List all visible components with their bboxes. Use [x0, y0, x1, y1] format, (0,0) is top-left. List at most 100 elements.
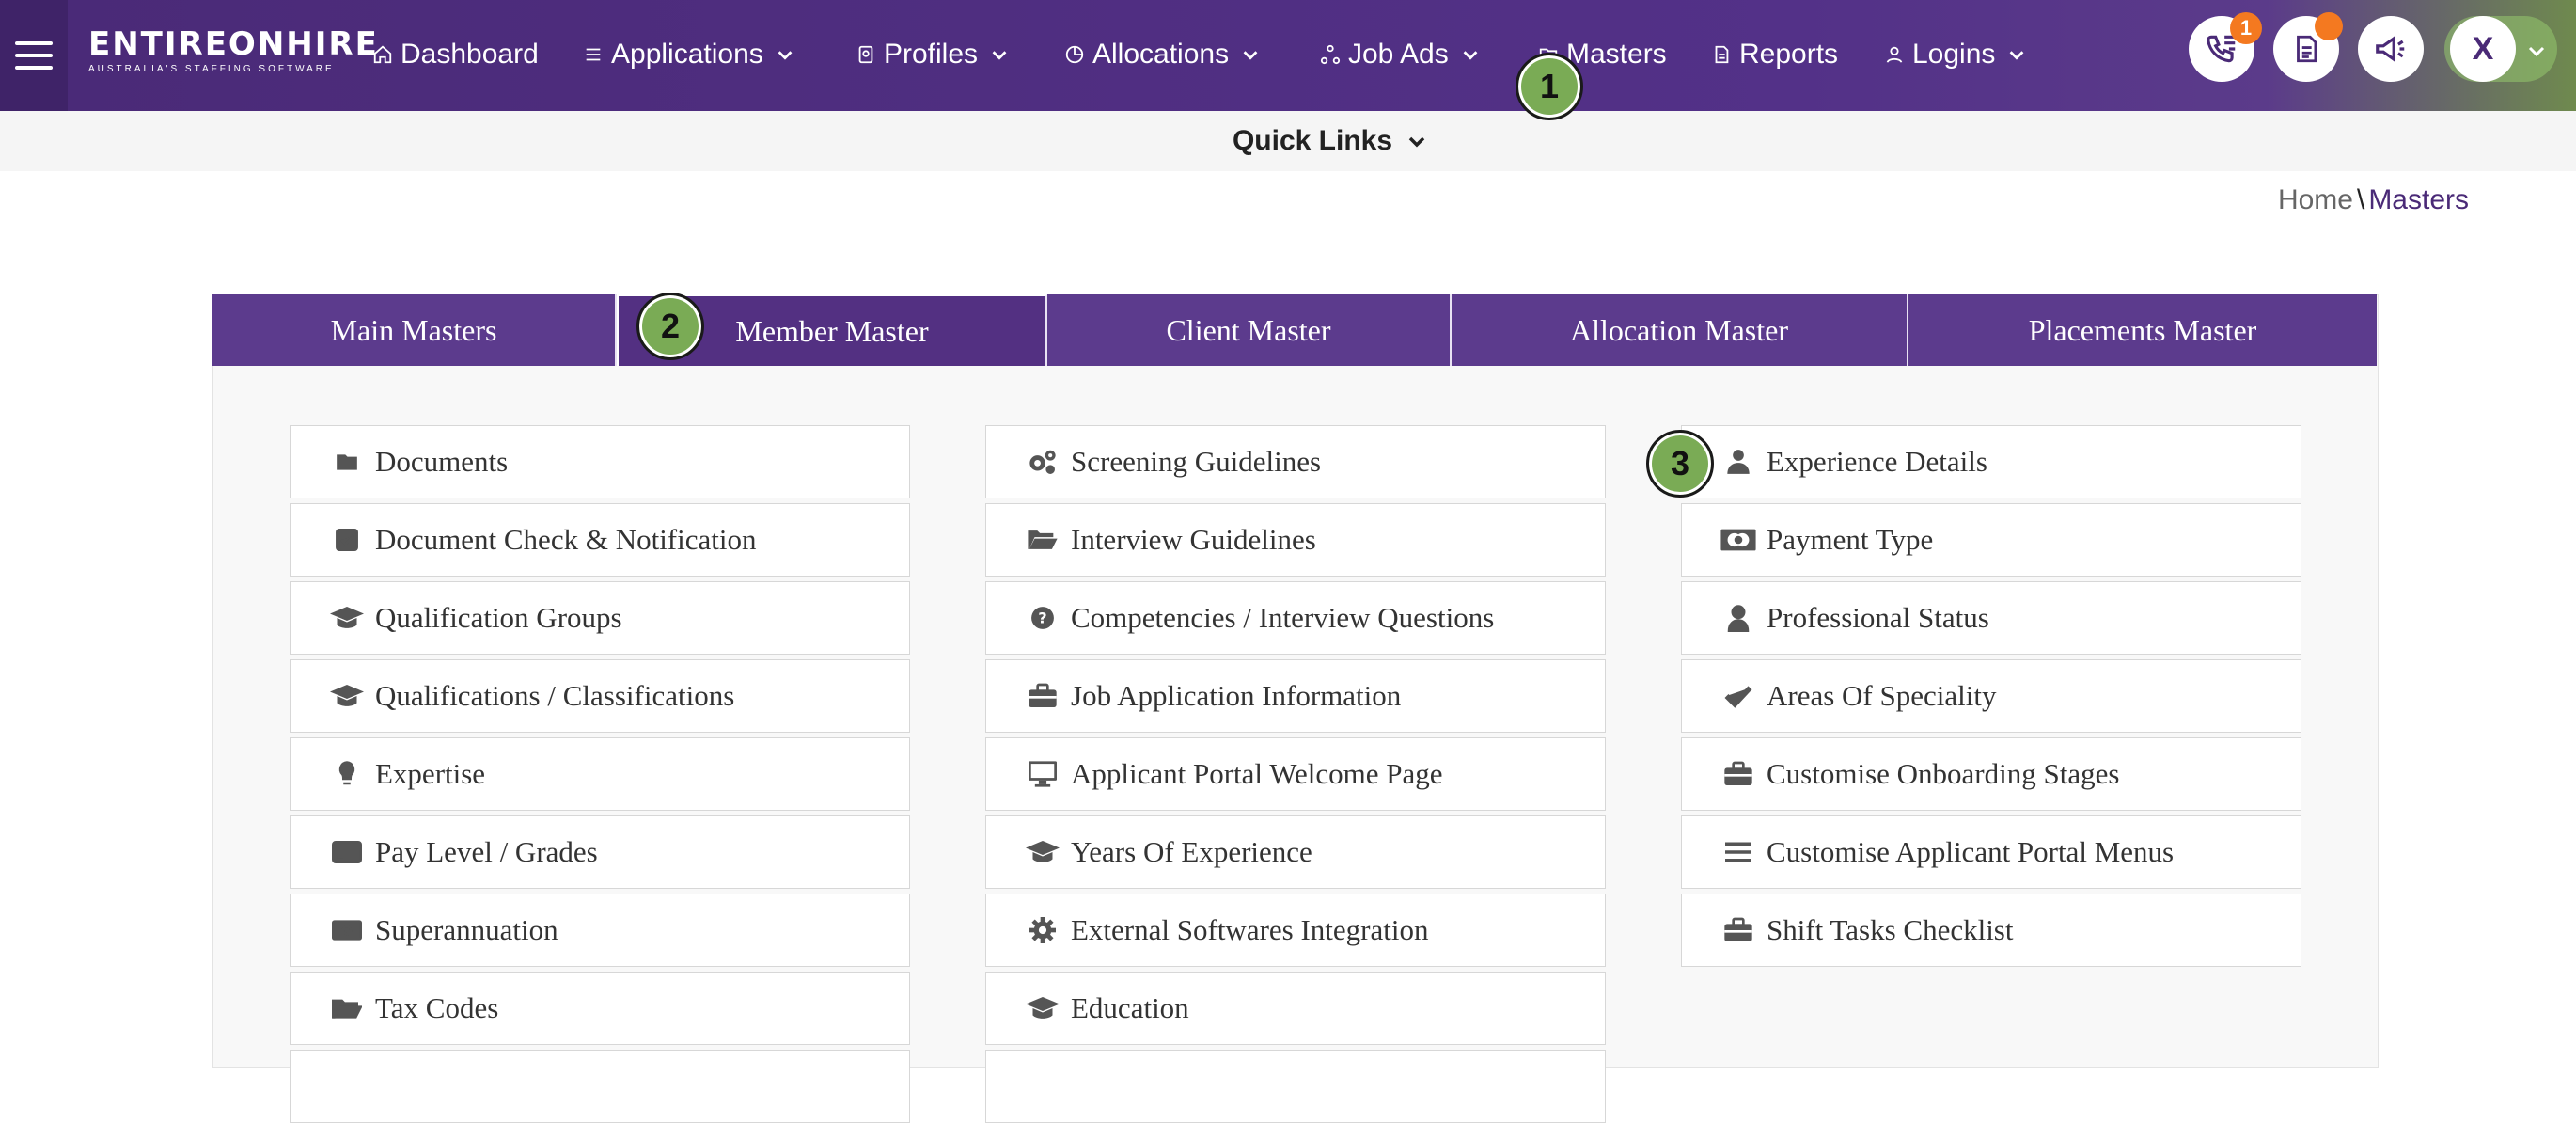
master-item-applicant-portal-welcome[interactable]: Applicant Portal Welcome Page [985, 737, 1606, 811]
master-item-years-of-experience[interactable]: Years Of Experience [985, 815, 1606, 889]
master-item-more[interactable] [290, 1050, 910, 1123]
nav-applications-label: Applications [611, 39, 763, 70]
master-item-experience-details[interactable]: Experience Details [1681, 425, 2301, 498]
notes-button[interactable] [2273, 12, 2343, 82]
nav-job-ads-label: Job Ads [1348, 39, 1449, 70]
master-item-expertise[interactable]: Expertise [290, 737, 910, 811]
master-item-external-softwares[interactable]: External Softwares Integration [985, 894, 1606, 967]
master-item-documents[interactable]: Documents [290, 425, 910, 498]
master-item-professional-status[interactable]: Professional Status [1681, 581, 2301, 655]
masters-tabs: Main Masters Member Master Client Master… [212, 294, 2377, 366]
breadcrumb-home[interactable]: Home [2278, 184, 2353, 215]
nav-profiles-label: Profiles [884, 39, 979, 70]
money-bill-icon [328, 919, 366, 941]
cog-icon [1024, 917, 1061, 943]
breadcrumb-separator: \ [2356, 184, 2365, 215]
master-item-label: Customise Onboarding Stages [1767, 757, 2120, 790]
master-item-label: Documents [375, 445, 509, 478]
nav-reports[interactable]: Reports [1711, 34, 1838, 75]
master-item-applicant-portal-menus[interactable]: Customise Applicant Portal Menus [1681, 815, 2301, 889]
master-item-label: Shift Tasks Checklist [1767, 913, 2014, 946]
master-item-qualification-groups[interactable]: Qualification Groups [290, 581, 910, 655]
document-icon [2297, 35, 2317, 63]
announcements-button[interactable] [2358, 16, 2424, 82]
nav-logins-label: Logins [1912, 39, 1996, 70]
id-badge-icon [858, 45, 873, 64]
quick-links-bar: Quick Links [0, 111, 2576, 171]
master-item-competencies[interactable]: ? Competencies / Interview Questions [985, 581, 1606, 655]
nav-job-ads[interactable]: Job Ads [1320, 34, 1481, 75]
nav-allocations-label: Allocations [1092, 39, 1230, 70]
brand-logo[interactable]: ENTIREONHIRE AUSTRALIA'S STAFFING SOFTWA… [88, 26, 379, 74]
master-item-education[interactable]: Education [985, 972, 1606, 1045]
document-icon [1715, 45, 1729, 64]
master-item-more[interactable] [985, 1050, 1606, 1123]
briefcase-icon [1024, 683, 1061, 709]
master-item-label: Screening Guidelines [1071, 445, 1322, 478]
nav-allocations[interactable]: Allocations [1064, 34, 1261, 75]
hamburger-menu-icon[interactable] [0, 0, 68, 111]
list-icon [586, 48, 601, 61]
question-circle-icon: ? [1024, 606, 1061, 630]
master-item-qualifications[interactable]: Qualifications / Classifications [290, 659, 910, 733]
network-icon [1320, 44, 1341, 65]
home-icon [373, 45, 392, 64]
nav-dashboard-label: Dashboard [401, 39, 539, 70]
call-log-button[interactable]: 1 [2189, 12, 2262, 82]
folder-open-icon [328, 996, 366, 1020]
master-item-label: Years Of Experience [1071, 835, 1312, 868]
master-item-label: Pay Level / Grades [375, 835, 598, 868]
nav-reports-label: Reports [1739, 39, 1839, 70]
master-item-label: Document Check & Notification [375, 523, 757, 556]
master-item-job-application-info[interactable]: Job Application Information [985, 659, 1606, 733]
tab-allocation-master[interactable]: Allocation Master [1452, 294, 1908, 366]
quick-links-toggle[interactable]: Quick Links [1233, 125, 1428, 157]
master-item-tax-codes[interactable]: Tax Codes [290, 972, 910, 1045]
master-item-pay-level[interactable]: Pay Level / Grades [290, 815, 910, 889]
call-log-badge: 1 [2230, 12, 2262, 44]
master-item-superannuation[interactable]: Superannuation [290, 894, 910, 967]
master-item-label: Superannuation [375, 913, 558, 946]
notes-badge [2315, 12, 2343, 40]
breadcrumb: Home \ Masters [2278, 184, 2469, 216]
chevron-down-icon [2010, 51, 2024, 60]
nav-logins[interactable]: Logins [1884, 34, 2027, 75]
chevron-down-icon [778, 51, 793, 60]
master-item-label: Job Application Information [1071, 679, 1402, 712]
step-marker-2: 2 [636, 293, 704, 360]
master-item-label: Competencies / Interview Questions [1071, 601, 1495, 634]
master-item-screening-guidelines[interactable]: Screening Guidelines [985, 425, 1606, 498]
master-item-interview-guidelines[interactable]: Interview Guidelines [985, 503, 1606, 577]
step-marker-3: 3 [1646, 430, 1714, 498]
nav-dashboard[interactable]: Dashboard [372, 34, 539, 75]
master-item-label: Education [1071, 991, 1189, 1024]
tab-placements-master[interactable]: Placements Master [1908, 294, 2377, 366]
graduation-cap-icon [1024, 839, 1061, 865]
svg-text:?: ? [1038, 609, 1046, 626]
chevron-down-icon[interactable] [2525, 40, 2548, 62]
nav-applications[interactable]: Applications [583, 34, 795, 75]
nav-profiles[interactable]: Profiles [856, 34, 1010, 75]
tab-main-masters[interactable]: Main Masters [212, 294, 617, 366]
money-bill-icon [1720, 527, 1757, 553]
bars-icon [1720, 841, 1757, 863]
master-item-document-check[interactable]: Document Check & Notification [290, 503, 910, 577]
master-item-areas-of-speciality[interactable]: Areas Of Speciality [1681, 659, 2301, 733]
master-item-label: Experience Details [1767, 445, 1987, 478]
master-item-label: Applicant Portal Welcome Page [1071, 757, 1443, 790]
master-item-onboarding-stages[interactable]: Customise Onboarding Stages [1681, 737, 2301, 811]
credit-card-icon [328, 840, 366, 864]
tab-client-master[interactable]: Client Master [1047, 294, 1452, 366]
graduation-cap-icon [1024, 995, 1061, 1021]
master-item-label: Interview Guidelines [1071, 523, 1316, 556]
chevron-down-icon [1408, 136, 1425, 148]
folder-open-icon [1024, 528, 1061, 552]
master-item-shift-tasks[interactable]: Shift Tasks Checklist [1681, 894, 2301, 967]
check-icon [1720, 684, 1757, 708]
cogs-icon [1024, 448, 1061, 476]
master-item-payment-type[interactable]: Payment Type [1681, 503, 2301, 577]
avatar[interactable]: X [2450, 16, 2516, 82]
quick-links-label: Quick Links [1232, 125, 1393, 156]
master-item-label: Qualifications / Classifications [375, 679, 735, 712]
master-item-label: Tax Codes [375, 991, 499, 1024]
